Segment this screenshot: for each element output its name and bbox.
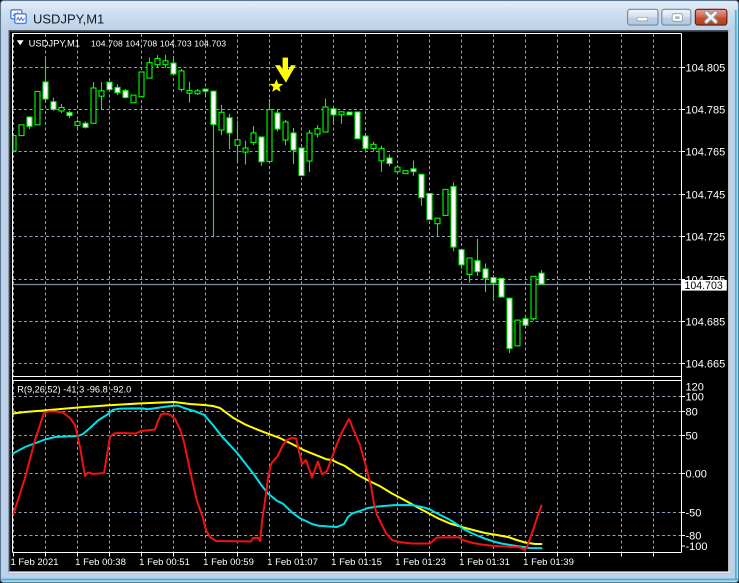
svg-text:80: 80 [686, 406, 698, 418]
svg-text:R(9,26,52) -41.3 -96.8 -92.0: R(9,26,52) -41.3 -96.8 -92.0 [17, 384, 131, 394]
svg-text:1 Feb 00:51: 1 Feb 00:51 [139, 557, 190, 568]
svg-text:104.685: 104.685 [686, 316, 726, 328]
svg-text:100: 100 [686, 391, 704, 403]
svg-text:1 Feb 01:15: 1 Feb 01:15 [331, 557, 382, 568]
svg-text:104.725: 104.725 [686, 231, 726, 243]
svg-text:104.703: 104.703 [685, 280, 723, 292]
svg-text:1 Feb 01:23: 1 Feb 01:23 [395, 557, 446, 568]
svg-text:1 Feb 01:39: 1 Feb 01:39 [523, 557, 574, 568]
svg-text:1 Feb 01:07: 1 Feb 01:07 [267, 557, 318, 568]
svg-text:USDJPY,M1: USDJPY,M1 [33, 12, 104, 27]
svg-text:104.785: 104.785 [686, 104, 726, 116]
svg-text:104.765: 104.765 [686, 146, 726, 158]
svg-text:50: 50 [686, 430, 698, 442]
svg-text:1 Feb 00:38: 1 Feb 00:38 [75, 557, 126, 568]
svg-text:104.708 104.708 104.703 104.70: 104.708 104.708 104.703 104.703 [91, 38, 226, 48]
svg-text:-100: -100 [686, 541, 708, 553]
svg-text:0.00: 0.00 [686, 468, 707, 480]
svg-text:104.665: 104.665 [686, 358, 726, 370]
svg-text:104.745: 104.745 [686, 189, 726, 201]
svg-text:1 Feb 00:59: 1 Feb 00:59 [203, 557, 254, 568]
svg-text:1 Feb 01:31: 1 Feb 01:31 [459, 557, 510, 568]
svg-text:1 Feb 2021: 1 Feb 2021 [10, 557, 58, 568]
svg-text:104.805: 104.805 [686, 62, 726, 74]
svg-text:-50: -50 [686, 507, 702, 519]
svg-text:USDJPY,M1: USDJPY,M1 [29, 37, 80, 48]
